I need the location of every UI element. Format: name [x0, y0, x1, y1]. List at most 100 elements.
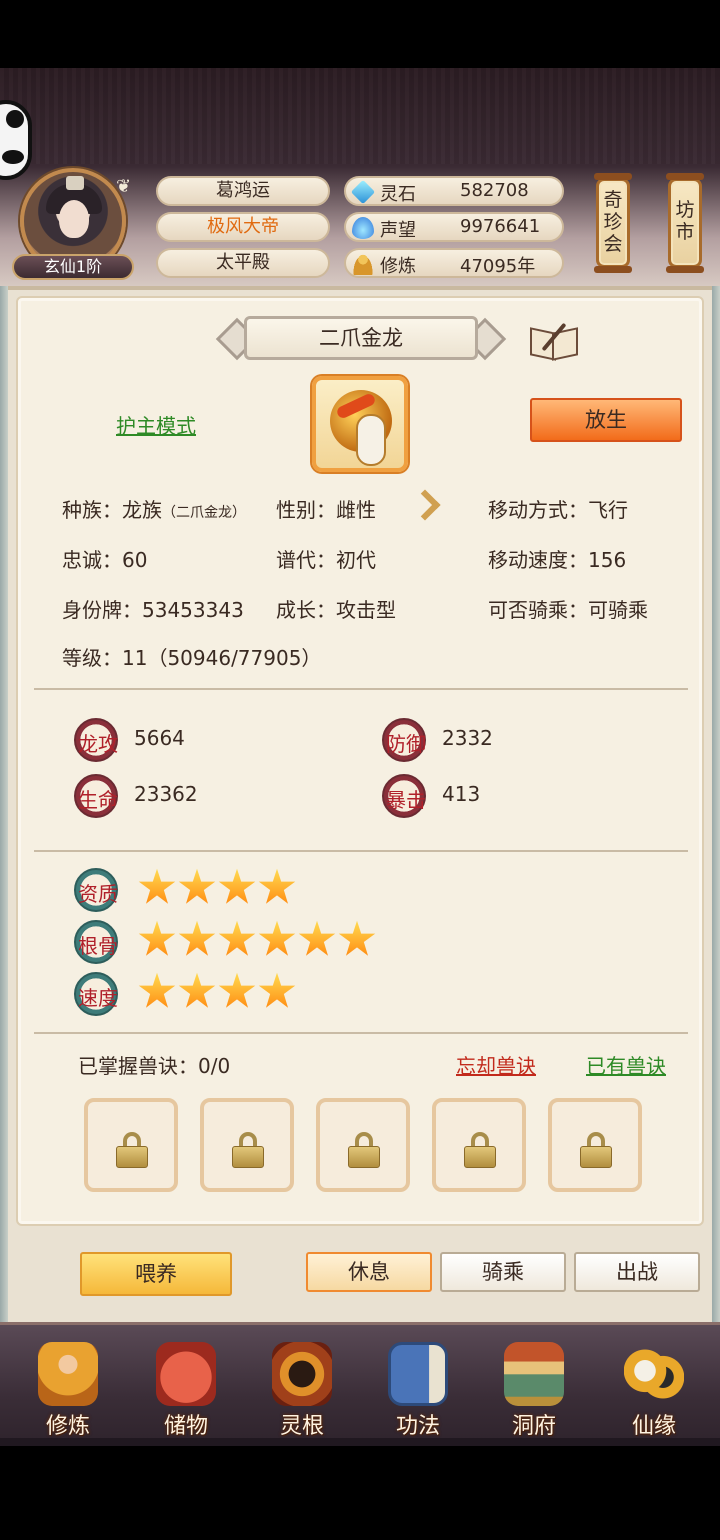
butterfly-icon: ❦	[116, 176, 132, 197]
nav-technique[interactable]: 功法	[368, 1336, 468, 1444]
talent-label: 资质	[78, 882, 118, 906]
stat-attack-value: 5664	[134, 726, 185, 750]
nav-spirit-root[interactable]: 灵根	[252, 1336, 352, 1444]
star-icon	[218, 972, 256, 1008]
skill-slot[interactable]	[548, 1098, 642, 1192]
stat-defense-badge: 防御	[382, 718, 426, 762]
release-button[interactable]: 放生	[530, 398, 682, 442]
skill-slot[interactable]	[316, 1098, 410, 1192]
stat-crit-badge: 暴击	[382, 774, 426, 818]
nav-cave-mansion[interactable]: 洞府	[484, 1336, 584, 1444]
resource-reputation[interactable]: 声望 9976641	[344, 212, 564, 242]
rename-book-icon[interactable]	[530, 320, 578, 361]
stat-hp-value: 23362	[134, 782, 198, 806]
star-icon	[218, 920, 256, 956]
lock-icon	[232, 1132, 264, 1168]
skill-slot[interactable]	[200, 1098, 294, 1192]
spirit-stone-icon	[350, 179, 376, 205]
nav-storage[interactable]: 储物	[136, 1336, 236, 1444]
pet-id-tag: 身份牌：53453343	[62, 598, 244, 622]
pet-move-speed: 移动速度：156	[488, 548, 627, 572]
resource-spirit-stone[interactable]: 灵石 582708	[344, 176, 564, 206]
star-icon	[218, 868, 256, 904]
talent-bone-badge: 根骨	[74, 920, 118, 964]
nav-label: 功法	[395, 1414, 440, 1439]
rest-button[interactable]: 休息	[306, 1252, 432, 1292]
cave-mansion-icon	[504, 1342, 564, 1406]
pet-rideable: 可否骑乘：可骑乘	[488, 598, 648, 622]
skill-slot[interactable]	[84, 1098, 178, 1192]
divider	[34, 850, 688, 852]
market-lantern[interactable]: 坊 市	[666, 173, 704, 273]
lock-icon	[580, 1132, 612, 1168]
star-icon	[178, 868, 216, 904]
divider	[34, 688, 688, 690]
treasure-fair-lantern[interactable]: 奇 珍 会	[594, 173, 632, 273]
header-pattern	[0, 68, 720, 164]
nav-cultivate[interactable]: 修炼	[18, 1336, 118, 1444]
spirit-root-icon	[272, 1342, 332, 1406]
stat-label: 龙攻	[78, 732, 118, 756]
pet-generation: 谱代：初代	[276, 548, 376, 572]
nav-label: 修炼	[45, 1414, 90, 1439]
stat-label: 防御	[386, 732, 426, 756]
cultivation-icon	[352, 253, 374, 275]
pet-race-text: 种族：龙族	[62, 498, 162, 522]
resource-label: 灵石	[380, 184, 416, 205]
resource-cultivation[interactable]: 修炼 47095年	[344, 248, 564, 278]
resource-value: 47095年	[460, 256, 536, 277]
lock-icon	[116, 1132, 148, 1168]
gender-arrow-icon[interactable]	[412, 490, 442, 520]
star-icon	[298, 920, 336, 956]
star-icon	[178, 920, 216, 956]
skill-slot[interactable]	[432, 1098, 526, 1192]
star-icon	[258, 972, 296, 1008]
pet-name-banner: 二爪金龙	[215, 312, 507, 364]
stat-defense-value: 2332	[442, 726, 493, 750]
stat-attack-badge: 龙攻	[74, 718, 118, 762]
talent-aptitude-badge: 资质	[74, 868, 118, 912]
star-icon	[138, 972, 176, 1008]
stat-hp-badge: 生命	[74, 774, 118, 818]
forget-skill-link[interactable]: 忘却兽诀	[456, 1050, 536, 1079]
pet-growth: 成长：攻击型	[276, 598, 396, 622]
pet-race: 种族：龙族（二爪金龙）	[62, 494, 246, 523]
guard-mode-link[interactable]: 护主模式	[116, 410, 196, 439]
owned-skills-link[interactable]: 已有兽诀	[586, 1050, 666, 1079]
nav-label: 储物	[163, 1414, 208, 1439]
status-bar-area	[0, 0, 720, 68]
talent-speed-stars	[138, 972, 298, 1012]
resource-label: 修炼	[380, 256, 416, 277]
player-sect[interactable]: 太平殿	[156, 248, 330, 278]
reputation-icon	[352, 217, 374, 239]
stat-label: 生命	[78, 788, 118, 812]
lantern-label: 奇 珍 会	[603, 189, 623, 255]
star-icon	[138, 868, 176, 904]
nav-label: 洞府	[511, 1414, 556, 1439]
pet-portrait[interactable]	[312, 376, 408, 472]
cultivate-icon	[38, 1342, 98, 1406]
nav-immortal-fate[interactable]: 仙缘	[604, 1336, 704, 1444]
pet-level: 等级：11（50946/77905）	[62, 646, 322, 670]
feed-button[interactable]: 喂养	[80, 1252, 232, 1296]
talent-label: 速度	[78, 986, 118, 1010]
star-icon	[138, 920, 176, 956]
battle-button[interactable]: 出战	[574, 1252, 700, 1292]
star-icon	[338, 920, 376, 956]
talent-label: 根骨	[78, 934, 118, 958]
home-indicator-area	[0, 1446, 720, 1540]
star-icon	[178, 972, 216, 1008]
player-rank-badge: 玄仙1阶	[12, 254, 134, 280]
panda-mascot-icon[interactable]	[0, 100, 32, 180]
technique-book-icon	[388, 1342, 448, 1406]
resource-label: 声望	[380, 220, 416, 241]
lock-icon	[348, 1132, 380, 1168]
resource-value: 582708	[460, 180, 529, 201]
stat-crit-value: 413	[442, 782, 481, 806]
talent-speed-badge: 速度	[74, 972, 118, 1016]
ride-button[interactable]: 骑乘	[440, 1252, 566, 1292]
resource-value: 9976641	[460, 216, 541, 237]
player-title[interactable]: 极风大帝	[156, 212, 330, 242]
pet-name: 二爪金龙	[244, 316, 478, 360]
pet-race-sub: （二爪金龙）	[162, 505, 246, 521]
